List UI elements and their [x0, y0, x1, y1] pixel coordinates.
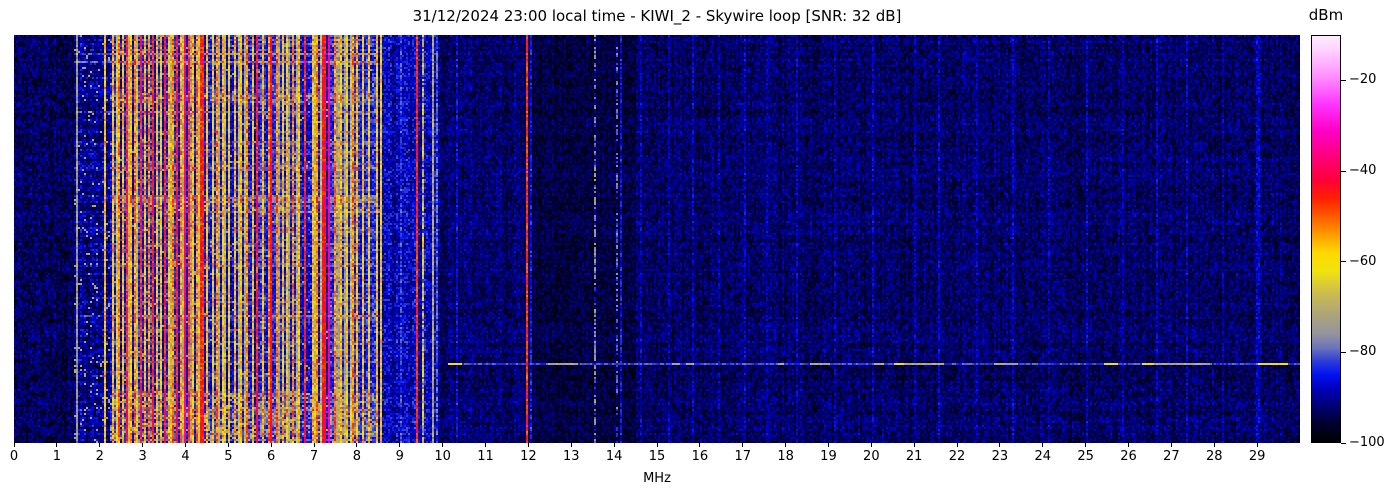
x-tick-label: 7 — [309, 449, 319, 464]
x-tick-label: 23 — [991, 449, 1009, 464]
x-tick-mark — [399, 443, 401, 447]
spectrogram-page: { "page": {"width": 1400, "height": 500,… — [0, 0, 1400, 500]
colorbar-tick-mark — [1341, 79, 1346, 81]
x-tick-mark — [956, 443, 958, 447]
colorbar-tick-label: −100 — [1349, 435, 1385, 450]
colorbar — [1311, 35, 1341, 443]
colorbar-tick-mark — [1341, 442, 1346, 444]
x-tick-label: 4 — [181, 449, 190, 464]
x-tick-mark — [1085, 443, 1087, 447]
x-tick-label: 19 — [820, 449, 837, 464]
x-tick-label: 12 — [520, 449, 537, 464]
x-tick-mark — [527, 443, 529, 447]
x-tick-label: 13 — [562, 449, 580, 464]
x-tick-mark — [999, 443, 1001, 447]
x-tick-mark — [56, 443, 58, 447]
colorbar-tick-mark — [1341, 170, 1346, 172]
x-tick-mark — [270, 443, 272, 447]
x-tick-label: 14 — [605, 449, 623, 464]
x-tick-label: 16 — [691, 449, 709, 464]
x-tick-label: 6 — [267, 449, 276, 464]
x-tick-mark — [870, 443, 872, 447]
x-tick-label: 21 — [905, 449, 923, 464]
x-tick-label: 15 — [648, 449, 666, 464]
x-tick-label: 3 — [138, 449, 147, 464]
x-tick-mark — [699, 443, 701, 447]
x-axis-label: MHz — [643, 471, 671, 486]
x-tick-mark — [142, 443, 144, 447]
x-tick-label: 10 — [434, 449, 451, 464]
x-tick-mark — [356, 443, 358, 447]
x-tick-label: 28 — [1205, 449, 1223, 464]
x-tick-mark — [313, 443, 315, 447]
x-tick-mark — [785, 443, 787, 447]
x-tick-label: 11 — [477, 449, 494, 464]
spectrogram-waterfall-canvas — [14, 35, 1300, 443]
colorbar-tick-mark — [1341, 261, 1346, 263]
colorbar-tick-mark — [1341, 351, 1346, 353]
x-tick-mark — [485, 443, 487, 447]
colorbar-tick-label: −60 — [1349, 253, 1377, 269]
x-tick-mark — [570, 443, 572, 447]
x-tick-label: 9 — [395, 449, 404, 464]
x-tick-label: 27 — [1163, 449, 1180, 464]
x-tick-mark — [1042, 443, 1044, 447]
x-tick-label: 8 — [352, 449, 362, 464]
x-tick-mark — [656, 443, 658, 447]
x-tick-label: 5 — [224, 449, 233, 464]
x-tick-mark — [1170, 443, 1172, 447]
x-tick-label: 24 — [1034, 449, 1052, 464]
colorbar-tick-label: −80 — [1349, 344, 1377, 360]
x-tick-label: 29 — [1248, 449, 1266, 464]
colorbar-tick-label: −40 — [1349, 163, 1377, 178]
x-tick-label: 18 — [777, 449, 794, 464]
spectrogram-plot — [14, 35, 1300, 443]
colorbar-unit-label: dBm — [1308, 6, 1344, 24]
x-tick-mark — [227, 443, 229, 447]
x-tick-label: 17 — [734, 449, 751, 464]
x-tick-mark — [184, 443, 186, 447]
x-tick-mark — [827, 443, 829, 447]
x-tick-mark — [1213, 443, 1215, 447]
x-tick-label: 25 — [1077, 449, 1094, 464]
x-tick-label: 2 — [95, 449, 104, 464]
x-tick-mark — [442, 443, 444, 447]
x-tick-mark — [613, 443, 615, 447]
x-tick-label: 1 — [52, 449, 61, 464]
x-tick-mark — [742, 443, 744, 447]
x-tick-label: 0 — [9, 449, 19, 464]
x-tick-mark — [99, 443, 101, 447]
x-tick-mark — [913, 443, 915, 447]
x-tick-label: 20 — [863, 449, 880, 464]
colorbar-tick-label: −20 — [1349, 72, 1377, 88]
x-tick-mark — [1256, 443, 1258, 447]
x-tick-label: 26 — [1120, 449, 1137, 464]
x-tick-mark — [13, 443, 15, 447]
x-tick-mark — [1128, 443, 1130, 447]
chart-title: 31/12/2024 23:00 local time - KIWI_2 - S… — [412, 7, 902, 25]
x-tick-label: 22 — [948, 449, 966, 464]
